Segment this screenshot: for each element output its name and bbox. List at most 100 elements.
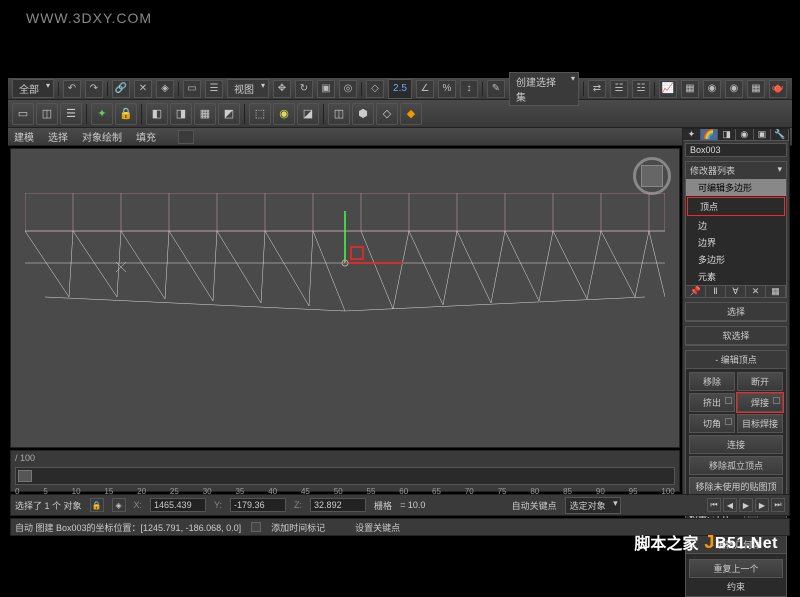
coord-mode[interactable]: ◈ bbox=[112, 498, 126, 512]
btn-chamfer[interactable]: 切角 bbox=[689, 414, 735, 433]
spinner-snap[interactable]: ↕ bbox=[460, 80, 478, 98]
undo-button[interactable]: ↶ bbox=[63, 80, 81, 98]
play-prev[interactable]: ◀ bbox=[723, 498, 737, 512]
tab-display[interactable]: ▣ bbox=[754, 129, 772, 140]
graph-editor-button[interactable]: 📈 bbox=[659, 80, 677, 98]
t9[interactable]: ⬢ bbox=[352, 103, 374, 125]
scope-dropdown[interactable]: 全部 bbox=[12, 79, 54, 98]
time-slider[interactable] bbox=[15, 467, 675, 485]
viewport[interactable] bbox=[10, 148, 680, 448]
tool-window[interactable]: ◫ bbox=[36, 103, 58, 125]
scale-button[interactable]: ▣ bbox=[317, 80, 335, 98]
material-button[interactable]: ◉ bbox=[703, 80, 721, 98]
render-frame-button[interactable]: ▦ bbox=[747, 80, 765, 98]
btn-repeat-last[interactable]: 重复上一个 bbox=[689, 559, 783, 578]
move-button[interactable]: ✥ bbox=[273, 80, 291, 98]
lock-selection[interactable]: 🔒 bbox=[90, 498, 104, 512]
stack-config[interactable]: ▦ bbox=[766, 286, 786, 297]
rollout-edit-vertex[interactable]: - 编辑顶点 bbox=[686, 351, 786, 369]
play-next[interactable]: ▶ bbox=[755, 498, 769, 512]
angle-snap[interactable]: ∠ bbox=[416, 80, 434, 98]
btn-connect[interactable]: 连接 bbox=[689, 435, 783, 454]
tab-modify[interactable]: 🌈 bbox=[701, 129, 719, 140]
t3[interactable]: ▦ bbox=[194, 103, 216, 125]
ribbon-tab-selection[interactable]: 选择 bbox=[48, 129, 68, 144]
rollout-soft[interactable]: 软选择 bbox=[686, 327, 786, 345]
modifier-sub-edge[interactable]: 边 bbox=[686, 217, 786, 234]
time-tag-color[interactable] bbox=[251, 522, 261, 532]
tab-hierarchy[interactable]: ◨ bbox=[718, 129, 736, 140]
tab-utilities[interactable]: 🔧 bbox=[771, 129, 789, 140]
layers-button[interactable]: ☳ bbox=[632, 80, 650, 98]
ribbon-tab-populate[interactable]: 填充 bbox=[136, 129, 156, 144]
add-time-tag[interactable]: 添加时间标记 bbox=[271, 521, 325, 534]
btn-target-weld[interactable]: 目标焊接 bbox=[737, 414, 783, 433]
modifier-sub-element[interactable]: 元素 bbox=[686, 268, 786, 285]
view-dropdown[interactable]: 视图 bbox=[227, 79, 269, 98]
edit-named-sel[interactable]: ✎ bbox=[487, 80, 505, 98]
stack-show[interactable]: Ⅱ bbox=[706, 286, 726, 297]
stack-unique[interactable]: ∀ bbox=[726, 286, 746, 297]
redo-button[interactable]: ↷ bbox=[85, 80, 103, 98]
select-button[interactable]: ▭ bbox=[183, 80, 201, 98]
align-button[interactable]: ☱ bbox=[610, 80, 628, 98]
unlink-button[interactable]: ✕ bbox=[134, 80, 152, 98]
render-button[interactable]: 🫖 bbox=[769, 80, 787, 98]
set-keys-button[interactable]: 设置关键点 bbox=[355, 521, 400, 534]
modifier-sub-polygon[interactable]: 多边形 bbox=[686, 251, 786, 268]
schematic-button[interactable]: ▦ bbox=[681, 80, 699, 98]
btn-extrude[interactable]: 挤出 bbox=[689, 393, 735, 412]
stack-remove[interactable]: ✕ bbox=[746, 286, 766, 297]
modifier-sub-border[interactable]: 边界 bbox=[686, 234, 786, 251]
t1[interactable]: ◧ bbox=[146, 103, 168, 125]
snap-toggle[interactable]: ◇ bbox=[366, 80, 384, 98]
viewcube[interactable] bbox=[633, 157, 671, 195]
key-filter-dropdown[interactable]: 选定对象 bbox=[565, 497, 621, 514]
tab-create[interactable]: ✦ bbox=[683, 129, 701, 140]
t4[interactable]: ◩ bbox=[218, 103, 240, 125]
play-start[interactable]: ⏮ bbox=[707, 498, 721, 512]
time-thumb[interactable] bbox=[18, 470, 32, 482]
btn-remove-iso[interactable]: 移除孤立顶点 bbox=[689, 456, 783, 475]
play-play[interactable]: ▶ bbox=[739, 498, 753, 512]
place-button[interactable]: ◎ bbox=[339, 80, 357, 98]
modifier-stack[interactable]: 可编辑多边形 顶点 边 边界 多边形 元素 bbox=[686, 179, 786, 285]
percent-snap[interactable]: % bbox=[438, 80, 456, 98]
btn-weld[interactable]: 焊接 bbox=[737, 393, 783, 412]
modifier-list-dropdown[interactable]: 修改器列表▾ bbox=[686, 162, 786, 179]
object-name-field[interactable]: Box003 bbox=[685, 143, 787, 157]
tool-manipulate[interactable]: ✦ bbox=[91, 103, 113, 125]
modifier-root[interactable]: 可编辑多边形 bbox=[686, 179, 786, 196]
select-name-button[interactable]: ☰ bbox=[205, 80, 223, 98]
bind-button[interactable]: ◈ bbox=[156, 80, 174, 98]
link-button[interactable]: 🔗 bbox=[112, 80, 130, 98]
render-setup-button[interactable]: ◉ bbox=[725, 80, 743, 98]
btn-remove[interactable]: 移除 bbox=[689, 372, 735, 391]
t7[interactable]: ◪ bbox=[297, 103, 319, 125]
t6[interactable]: ◉ bbox=[273, 103, 295, 125]
tool-list[interactable]: ☰ bbox=[60, 103, 82, 125]
mirror-button[interactable]: ⇄ bbox=[588, 80, 606, 98]
btn-break[interactable]: 断开 bbox=[737, 372, 783, 391]
t10[interactable]: ◇ bbox=[376, 103, 398, 125]
ribbon-tab-modeling[interactable]: 建模 bbox=[14, 129, 34, 144]
snap-value-input[interactable] bbox=[388, 79, 412, 99]
ribbon-tab-paint[interactable]: 对象绘制 bbox=[82, 129, 122, 144]
t11[interactable]: ◆ bbox=[400, 103, 422, 125]
t2[interactable]: ◨ bbox=[170, 103, 192, 125]
rollout-selection[interactable]: 选择 bbox=[686, 303, 786, 321]
tab-motion[interactable]: ◉ bbox=[736, 129, 754, 140]
play-end[interactable]: ⏭ bbox=[771, 498, 785, 512]
coord-y[interactable] bbox=[230, 498, 286, 512]
stack-pin[interactable]: 📌 bbox=[686, 286, 706, 297]
coord-z[interactable] bbox=[310, 498, 366, 512]
ribbon-expand[interactable] bbox=[178, 130, 194, 144]
tool-select[interactable]: ▭ bbox=[12, 103, 34, 125]
named-selection-dropdown[interactable]: 创建选择集 bbox=[509, 72, 579, 106]
tool-lock[interactable]: 🔒 bbox=[115, 103, 137, 125]
t5[interactable]: ⬚ bbox=[249, 103, 271, 125]
modifier-sub-vertex[interactable]: 顶点 bbox=[687, 197, 785, 216]
t8[interactable]: ◫ bbox=[328, 103, 350, 125]
rotate-button[interactable]: ↻ bbox=[295, 80, 313, 98]
auto-key-button[interactable]: 自动关键点 bbox=[512, 499, 557, 512]
